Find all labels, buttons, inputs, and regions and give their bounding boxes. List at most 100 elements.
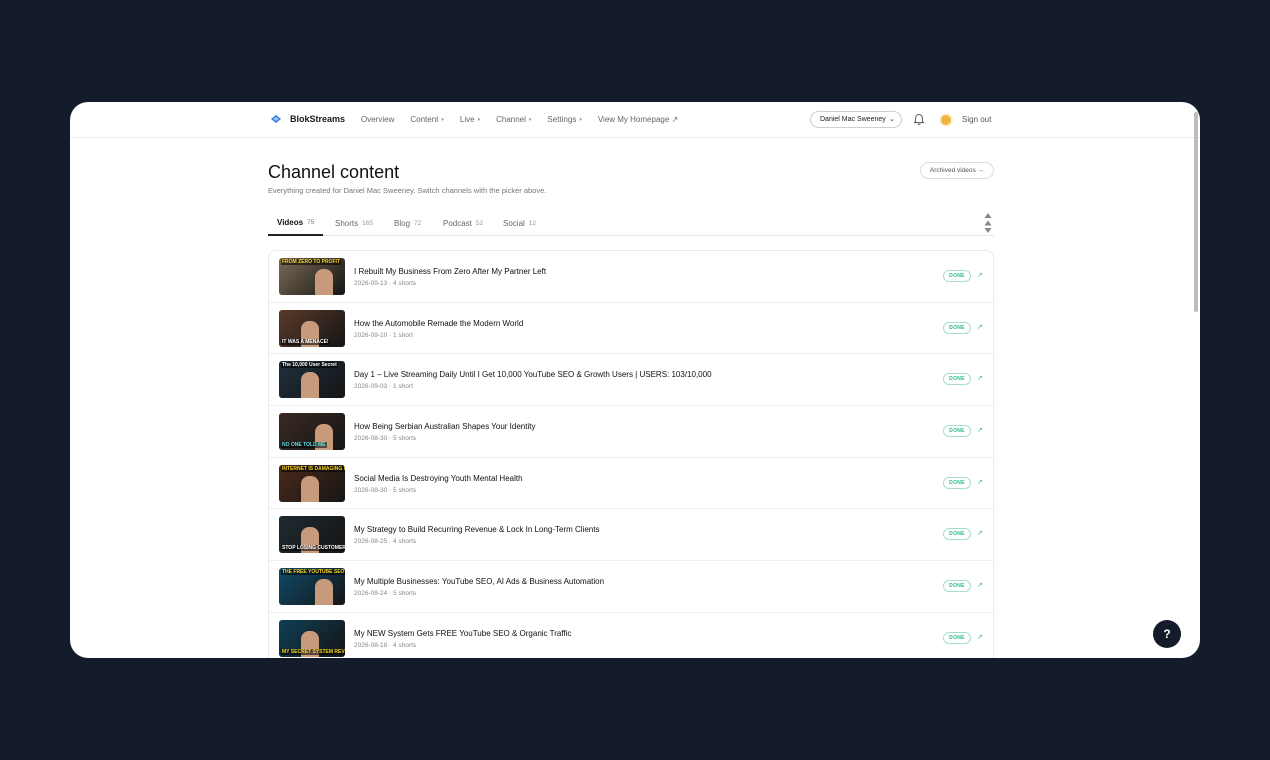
- video-title[interactable]: Social Media Is Destroying Youth Mental …: [354, 474, 523, 483]
- brand-name: BlokStreams: [290, 114, 346, 124]
- help-button[interactable]: ?: [1153, 620, 1181, 648]
- video-meta: 2026-09-13 · 4 shorts: [354, 280, 417, 287]
- video-meta: 2026-09-03 · 1 short: [354, 383, 413, 391]
- thumbnail-caption: THE FREE YOUTUBE SEO?: [281, 569, 345, 576]
- top-navigation-bar: BlokStreams Overview Content ▾ Live ▾ Chan…: [70, 102, 1200, 138]
- video-meta: 2026-08-30 · 5 shorts: [354, 435, 417, 443]
- tab-count: 52: [475, 219, 484, 227]
- thumbnail-caption: MY SECRET SYSTEM REVEALED: [281, 648, 345, 655]
- external-link-icon[interactable]: ↗: [977, 323, 983, 331]
- nav-channel[interactable]: Channel ▾: [496, 115, 531, 124]
- video-row[interactable]: INTERNET IS DAMAGING KIDS Social Media Is…: [269, 458, 993, 510]
- scrollbar-thumb[interactable]: [1194, 112, 1198, 312]
- status-badge: DONE: [943, 270, 971, 282]
- tab-podcast[interactable]: Podcast 52: [434, 210, 492, 236]
- thumbnail-caption: FROM ZERO TO PROFIT: [281, 259, 341, 265]
- video-title[interactable]: My Strategy to Build Recurring Revenue &…: [354, 525, 599, 534]
- nav-settings[interactable]: Settings ▾: [547, 115, 581, 124]
- video-meta: 2026-09-10 · 1 short: [354, 331, 413, 339]
- channel-picker-value: Daniel Mac Sweeney: [820, 116, 886, 123]
- page-title: Channel content: [268, 162, 400, 182]
- video-thumbnail[interactable]: IT WAS A MENACE!: [279, 309, 345, 347]
- thumbnail-figure: [315, 269, 333, 295]
- video-title[interactable]: My NEW System Gets FREE YouTube SEO & Or…: [354, 629, 571, 638]
- tab-shorts[interactable]: Shorts 165: [326, 210, 382, 236]
- status-badge: DONE: [943, 321, 971, 334]
- thumbnail-caption: The 10,000 User Secret: [281, 362, 338, 369]
- video-title[interactable]: I Rebuilt My Business From Zero After My…: [354, 267, 546, 276]
- external-link-icon[interactable]: ↗: [977, 478, 983, 486]
- tab-label: Shorts: [335, 218, 359, 228]
- video-row[interactable]: MY SECRET SYSTEM REVEALED My NEW System G…: [269, 613, 993, 658]
- video-row[interactable]: NO ONE TOLD ME How Being Serbian Australi…: [269, 406, 993, 458]
- content-tabs: Videos 75 Shorts 165 Blog 72 Podcast 52 Soci…: [268, 210, 994, 236]
- sort-icon[interactable]: [984, 212, 992, 234]
- thumbnail-caption: IT WAS A MENACE!: [281, 338, 330, 345]
- status-badge: DONE: [943, 476, 971, 489]
- video-row[interactable]: STOP LOSING CUSTOMERS! My Strategy to Bui…: [269, 509, 993, 562]
- video-meta: 2026-08-24 · 5 shorts: [354, 590, 417, 598]
- sign-out-link[interactable]: Sign out: [962, 115, 991, 124]
- tab-label: Podcast: [443, 218, 472, 228]
- status-badge: DONE: [943, 373, 971, 386]
- video-thumbnail[interactable]: INTERNET IS DAMAGING KIDS: [279, 464, 345, 502]
- video-row[interactable]: The 10,000 User Secret Day 1 – Live Strea…: [269, 354, 993, 407]
- external-link-icon[interactable]: ↗: [977, 633, 983, 641]
- nav-live[interactable]: Live ▾: [460, 115, 480, 124]
- tab-count: 165: [362, 219, 373, 227]
- tab-count: 72: [414, 219, 422, 227]
- tab-videos[interactable]: Videos 75: [268, 210, 324, 236]
- brand[interactable]: BlokStreams: [270, 113, 345, 125]
- external-link-icon[interactable]: ↗: [977, 271, 983, 279]
- app-window: BlokStreams Overview Content ▾ Live ▾ Chan…: [70, 102, 1200, 658]
- video-row[interactable]: IT WAS A MENACE! How the Automobile Remad…: [269, 303, 993, 355]
- page-subtitle: Everything created for Daniel Mac Sweene…: [268, 186, 547, 195]
- account-status-avatar[interactable]: [941, 115, 951, 125]
- tab-count: 75: [307, 218, 315, 226]
- video-thumbnail[interactable]: FROM ZERO TO PROFIT: [279, 258, 345, 295]
- video-meta: 2026-08-30 · 5 shorts: [354, 486, 417, 494]
- scrollbar[interactable]: [1192, 110, 1200, 658]
- status-badge: DONE: [943, 425, 971, 438]
- tab-label: Social: [503, 218, 525, 228]
- nav-view-homepage-label: View My Homepage ↗: [597, 115, 679, 124]
- nav-overview-label: Overview: [361, 115, 395, 124]
- video-list: FROM ZERO TO PROFIT I Rebuilt My Business…: [268, 250, 994, 658]
- main-nav: Overview Content ▾ Live ▾ Channel ▾ Setting…: [361, 115, 678, 124]
- video-title[interactable]: How Being Serbian Australian Shapes Your…: [354, 422, 535, 431]
- video-title[interactable]: My Multiple Businesses: YouTube SEO, AI …: [354, 577, 604, 586]
- chevron-down-icon: ⌄: [889, 116, 895, 123]
- nav-settings-label: Settings: [547, 115, 577, 124]
- video-thumbnail[interactable]: THE FREE YOUTUBE SEO?: [279, 568, 345, 606]
- thumbnail-caption: INTERNET IS DAMAGING KIDS: [281, 465, 345, 472]
- tab-social[interactable]: Social 12: [494, 210, 545, 236]
- video-title[interactable]: Day 1 – Live Streaming Daily Until I Get…: [354, 370, 712, 379]
- tab-blog[interactable]: Blog 72: [385, 210, 430, 236]
- video-thumbnail[interactable]: MY SECRET SYSTEM REVEALED: [279, 619, 345, 657]
- video-meta: 2026-08-18 · 4 shorts: [354, 641, 417, 649]
- external-link-icon[interactable]: ↗: [977, 529, 983, 537]
- channel-picker[interactable]: Daniel Mac Sweeney ⌄: [810, 111, 902, 128]
- nav-live-label: Live: [459, 115, 475, 124]
- chevron-down-icon: ▾: [579, 116, 582, 123]
- chevron-down-icon: ▾: [528, 116, 532, 123]
- bell-icon[interactable]: [913, 113, 925, 126]
- video-thumbnail[interactable]: The 10,000 User Secret: [279, 361, 345, 399]
- external-link-icon[interactable]: ↗: [977, 374, 983, 382]
- nav-overview[interactable]: Overview: [361, 115, 394, 124]
- video-thumbnail[interactable]: NO ONE TOLD ME: [279, 413, 345, 451]
- nav-view-homepage[interactable]: View My Homepage ↗: [598, 115, 678, 124]
- video-row[interactable]: THE FREE YOUTUBE SEO? My Multiple Busines…: [269, 561, 993, 613]
- nav-content-label: Content: [410, 115, 439, 124]
- tab-label: Blog: [394, 218, 411, 228]
- external-link-icon[interactable]: ↗: [977, 426, 983, 434]
- archived-videos-button[interactable]: Archived videos →: [920, 162, 994, 179]
- video-title[interactable]: How the Automobile Remade the Modern Wor…: [354, 319, 523, 328]
- thumbnail-figure: [301, 372, 319, 399]
- video-row[interactable]: FROM ZERO TO PROFIT I Rebuilt My Business…: [269, 251, 993, 303]
- thumbnail-figure: [315, 579, 333, 606]
- video-thumbnail[interactable]: STOP LOSING CUSTOMERS!: [279, 516, 345, 554]
- nav-content[interactable]: Content ▾: [410, 115, 444, 124]
- external-link-icon[interactable]: ↗: [977, 581, 983, 589]
- status-badge: DONE: [943, 580, 971, 593]
